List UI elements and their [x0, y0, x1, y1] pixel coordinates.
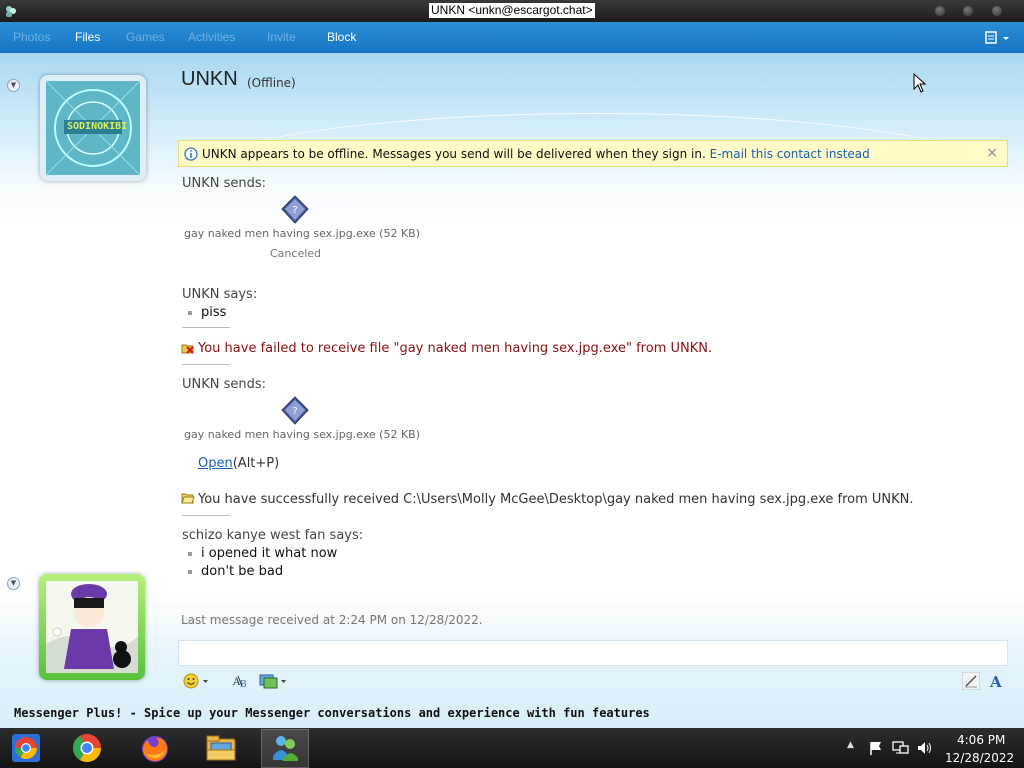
network-icon[interactable] [892, 740, 910, 756]
chrome-icon[interactable] [71, 732, 103, 764]
open-file-link[interactable]: Open [198, 456, 233, 471]
message1-sender: UNKN says: [182, 287, 258, 302]
messenger-icon[interactable] [269, 732, 301, 764]
offline-info-bar: UNKN appears to be offline. Messages you… [178, 140, 1008, 167]
folder-icon [181, 493, 195, 504]
avatar-text: SODINOKIBI [67, 121, 128, 132]
message2-sender: schizo kanye west fan says: [182, 528, 364, 543]
file-icon: ? [281, 195, 309, 224]
message2-line: don't be bad [188, 564, 283, 579]
handwriting-icon[interactable] [962, 672, 980, 690]
open-shortcut: (Alt+P) [232, 456, 280, 471]
email-contact-link[interactable]: E-mail this contact instead [710, 147, 870, 161]
transfer2-filename: gay naked men having sex.jpg.exe (52 KB) [184, 428, 421, 441]
volume-icon[interactable] [916, 740, 934, 756]
messenger-logo-icon [6, 6, 16, 17]
title-bar: UNKN <unkn@escargot.chat> [0, 0, 1024, 22]
transfer2-sender: UNKN sends: [182, 377, 267, 392]
maximize-button[interactable] [963, 6, 973, 16]
chrome-os-icon[interactable] [10, 732, 42, 764]
success-receive-notice: You have successfully received C:\Users\… [198, 492, 914, 507]
failed-receive-notice: You have failed to receive file "gay nak… [198, 341, 713, 356]
message-input[interactable] [178, 640, 1008, 666]
flag-icon[interactable] [868, 740, 884, 756]
menu-invite[interactable]: Invite [267, 30, 296, 44]
options-menu-icon[interactable] [985, 30, 1013, 46]
separator [182, 364, 230, 365]
send-image-icon[interactable] [259, 672, 289, 690]
contact-avatar[interactable]: SODINOKIBI [40, 75, 146, 181]
info-bar-close-button[interactable]: × [986, 145, 998, 161]
emoticon-icon[interactable] [183, 673, 211, 689]
svg-text:?: ? [292, 205, 297, 216]
collapse-contact-picture-button[interactable]: ▼ [7, 79, 20, 92]
menu-photos[interactable]: Photos [13, 30, 50, 44]
collapse-user-picture-button[interactable]: ▼ [7, 577, 20, 590]
transfer1-sender: UNKN sends: [182, 176, 267, 191]
contact-status: (Offline) [247, 76, 296, 90]
svg-text:?: ? [292, 406, 297, 417]
user-avatar[interactable] [39, 574, 145, 680]
transfer1-filename: gay naked men having sex.jpg.exe (52 KB) [184, 227, 421, 240]
info-icon [184, 147, 198, 161]
svg-text:A: A [989, 673, 1002, 690]
offline-message: UNKN appears to be offline. Messages you… [202, 147, 706, 161]
font-icon[interactable]: A [988, 672, 1006, 690]
mouse-cursor-icon [913, 73, 927, 93]
menu-files[interactable]: Files [75, 30, 100, 44]
messenger-plus-promo[interactable]: Messenger Plus! - Spice up your Messenge… [14, 706, 650, 720]
file-failed-icon [181, 344, 194, 354]
window-title: UNKN <unkn@escargot.chat> [429, 3, 595, 18]
spell-check-icon[interactable]: A B [233, 673, 253, 689]
firefox-icon[interactable] [139, 732, 171, 764]
file-icon: ? [281, 396, 309, 425]
last-message-timestamp: Last message received at 2:24 PM on 12/2… [181, 613, 483, 627]
transfer1-status: Canceled [270, 247, 322, 260]
file-explorer-icon[interactable] [205, 732, 237, 764]
separator [182, 327, 230, 328]
separator [182, 515, 230, 516]
menu-bar: Photos Files Games Activities Invite Blo… [0, 22, 1024, 53]
menu-activities[interactable]: Activities [188, 30, 235, 44]
minimize-button[interactable] [935, 6, 945, 16]
menu-games[interactable]: Games [126, 30, 165, 44]
message2-line: i opened it what now [188, 546, 337, 561]
show-hidden-icons-button[interactable]: ▲ [847, 740, 854, 750]
user-avatar-image [46, 581, 138, 673]
clock-time[interactable]: 4:06 PM [957, 733, 1005, 747]
contact-name: UNKN [181, 68, 238, 90]
clock-date[interactable]: 12/28/2022 [945, 751, 1014, 765]
menu-block[interactable]: Block [327, 30, 356, 44]
close-button[interactable] [992, 6, 1002, 16]
message1-line: piss [188, 305, 226, 320]
